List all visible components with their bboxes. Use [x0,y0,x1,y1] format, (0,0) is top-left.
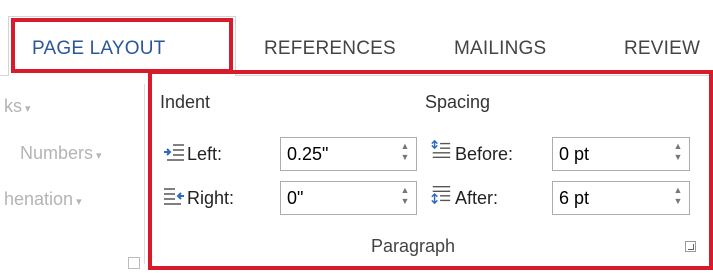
hyphenation-button[interactable]: henation ▾ [4,189,82,210]
chevron-down-icon: ▾ [96,150,102,162]
page-setup-group-partial: ks ▾ Numbers ▾ henation ▾ [0,76,142,273]
breaks-button[interactable]: ks ▾ [4,96,31,117]
tab-mailings[interactable]: MAILINGS [454,38,546,60]
line-numbers-label: Numbers [20,143,94,163]
chevron-down-icon: ▾ [25,103,31,115]
page-setup-launcher-icon[interactable] [128,257,140,269]
hyphenation-label: henation [4,189,74,209]
breaks-label: ks [4,96,22,116]
tab-review[interactable]: REVIEW [624,38,700,60]
line-numbers-button[interactable]: Numbers ▾ [20,143,102,164]
chevron-down-icon: ▾ [76,196,82,208]
group-separator [144,84,145,264]
tab-references[interactable]: REFERENCES [264,38,396,60]
highlight-box-tab [11,18,233,73]
highlight-box-paragraph [148,70,713,270]
